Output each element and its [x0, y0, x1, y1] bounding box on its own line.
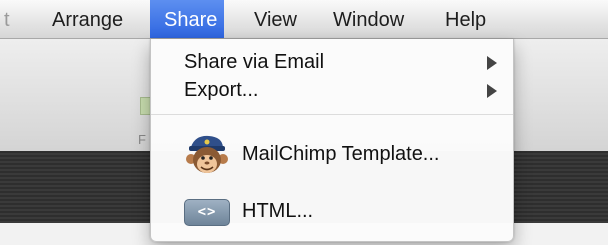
html-code-icon: <>: [184, 199, 230, 226]
menu-item-label: Share via Email: [184, 51, 325, 73]
submenu-arrow-icon: [487, 84, 497, 98]
menu-item-label: HTML...: [242, 200, 314, 222]
menu-help[interactable]: Help: [435, 0, 496, 38]
menu-arrange[interactable]: Arrange: [42, 0, 133, 38]
menu-item-export[interactable]: Export...: [151, 75, 513, 105]
mailchimp-monkey-icon: [185, 133, 229, 179]
menu-separator: [151, 114, 513, 115]
menu-format-partial[interactable]: t: [0, 0, 20, 38]
menu-share[interactable]: Share: [150, 0, 224, 38]
menu-window[interactable]: Window: [323, 0, 414, 38]
menu-view[interactable]: View: [244, 0, 307, 38]
submenu-arrow-icon: [487, 56, 497, 70]
menu-item-share-via-email[interactable]: Share via Email: [151, 47, 513, 77]
background-partial-label: F: [138, 132, 146, 147]
menu-item-label: MailChimp Template...: [242, 143, 440, 165]
menu-bar: t Arrange Share View Window Help: [0, 0, 608, 39]
share-menu-dropdown: Share via Email Export... MailChimp Temp…: [150, 39, 514, 242]
menu-item-mailchimp-template[interactable]: MailChimp Template...: [151, 135, 513, 173]
menu-item-html[interactable]: <> HTML...: [151, 196, 513, 226]
menu-item-label: Export...: [184, 79, 259, 101]
